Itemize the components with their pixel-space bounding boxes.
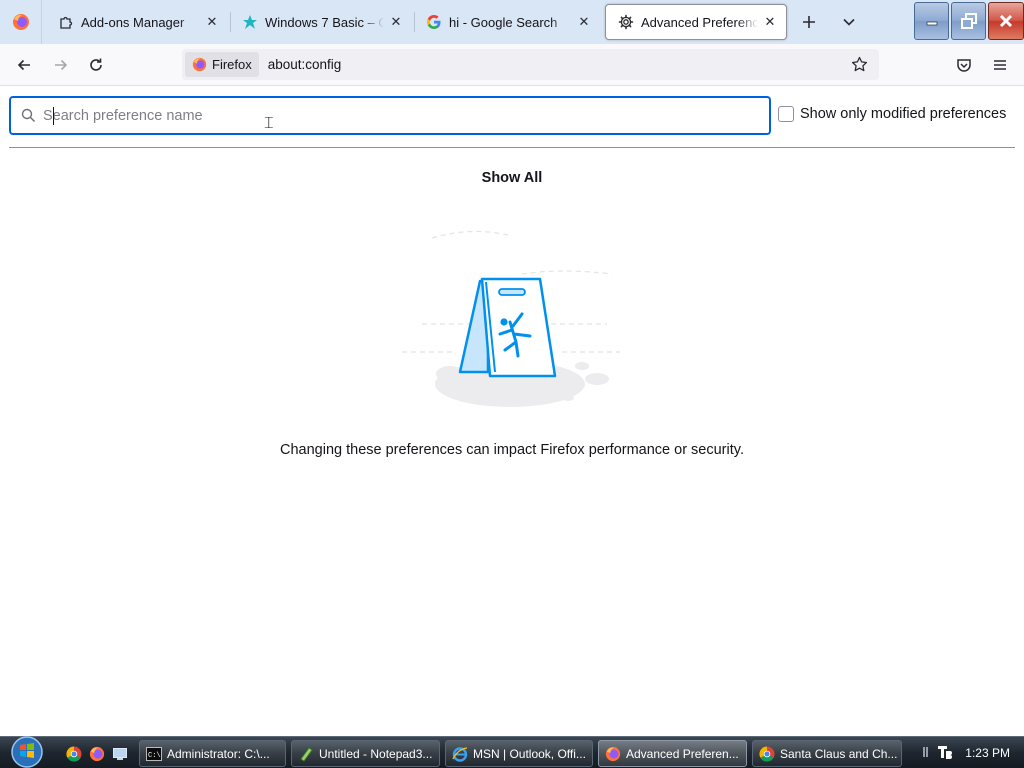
show-modified-checkbox[interactable] — [778, 106, 794, 122]
divider — [9, 147, 1015, 148]
list-all-tabs-button[interactable] — [835, 8, 863, 36]
search-icon — [20, 108, 36, 124]
text-caret — [53, 107, 54, 125]
pocket-button[interactable] — [950, 51, 978, 79]
tab-google-search[interactable]: hi - Google Search ✕ — [414, 4, 600, 40]
tab-title: Advanced Preferences — [641, 14, 758, 30]
notepad3-icon — [298, 746, 314, 762]
clock[interactable]: 1:23 PM — [965, 746, 1010, 760]
tab-title: Windows 7 Basic – Get the classic look — [265, 14, 384, 30]
taskbar-button-label: Santa Claus and Ch... — [780, 746, 898, 761]
close-icon[interactable]: ✕ — [200, 10, 224, 34]
show-desktop-icon — [112, 747, 127, 760]
taskbar-button-notepad3[interactable]: Untitled - Notepad3... — [291, 740, 440, 767]
search-preference-input[interactable] — [43, 107, 733, 124]
firefox-quicklaunch[interactable] — [88, 745, 105, 762]
chrome-quicklaunch[interactable] — [65, 745, 82, 762]
start-button[interactable] — [6, 734, 48, 768]
taskbar-button-label: Advanced Preferen... — [626, 746, 739, 761]
taskbar-button-label: Administrator: C:\... — [167, 746, 270, 761]
restore-icon — [960, 13, 977, 29]
back-arrow-icon — [17, 59, 30, 71]
forward-button[interactable] — [47, 51, 75, 79]
pocket-icon — [957, 59, 971, 72]
navigation-toolbar: Firefox about:config — [0, 44, 1024, 86]
show-modified-toggle[interactable]: Show only modified preferences — [778, 106, 1006, 122]
show-desktop-quicklaunch[interactable] — [111, 745, 128, 762]
identity-box[interactable]: Firefox — [185, 52, 259, 77]
tab-advanced-preferences[interactable]: Advanced Preferences ✕ — [605, 4, 787, 40]
windows7-site-icon — [242, 14, 258, 30]
search-box[interactable] — [9, 96, 771, 135]
ie-icon — [452, 746, 468, 762]
app-menu-button[interactable] — [986, 51, 1014, 79]
close-icon[interactable]: ✕ — [758, 10, 782, 34]
url-bar[interactable]: Firefox about:config — [182, 49, 879, 80]
reload-button[interactable] — [82, 51, 110, 79]
minimize-icon — [926, 21, 937, 26]
tray-grip-icon — [923, 746, 929, 761]
show-all-button[interactable]: Show All — [462, 164, 562, 192]
tab-title: hi - Google Search — [449, 14, 558, 30]
firefox-logo-icon — [192, 57, 207, 72]
system-tray: 1:23 PM — [923, 737, 1024, 768]
tray-app-icon[interactable] — [937, 744, 953, 763]
puzzle-icon — [58, 14, 74, 30]
forward-arrow-icon — [55, 59, 68, 71]
close-window-button[interactable] — [988, 2, 1024, 40]
tab-strip: Add-ons Manager ✕ Windows 7 Basic – Get … — [0, 0, 1024, 44]
tab-title: Add-ons Manager — [81, 14, 185, 30]
firefox-logo-icon — [12, 14, 29, 30]
warning-sign-illustration — [402, 230, 620, 407]
taskbar-button-chrome[interactable]: Santa Claus and Ch... — [752, 740, 902, 767]
mouse-ibeam-cursor-icon: ⌶ — [264, 115, 274, 132]
taskbar-button-ie[interactable]: MSN | Outlook, Offi... — [445, 740, 593, 767]
identity-label: Firefox — [212, 57, 252, 72]
google-icon — [426, 14, 442, 30]
close-icon — [999, 14, 1013, 28]
plus-icon — [803, 16, 815, 28]
gear-icon — [618, 14, 634, 30]
svg-text:C:\: C:\ — [148, 752, 161, 760]
chrome-icon — [65, 745, 81, 762]
windows-start-orb-icon — [11, 736, 43, 768]
star-icon — [851, 56, 867, 72]
minimize-button[interactable] — [914, 2, 949, 40]
back-button[interactable] — [10, 51, 38, 79]
close-icon[interactable]: ✕ — [384, 10, 408, 34]
cmd-icon: C:\ — [146, 746, 162, 762]
taskbar-button-cmd[interactable]: C:\ Administrator: C:\... — [139, 740, 286, 767]
warning-message: Changing these preferences can impact Fi… — [280, 442, 744, 458]
firefox-icon — [605, 746, 621, 762]
firefox-menu-button[interactable] — [0, 0, 42, 44]
reload-icon — [90, 58, 102, 71]
chrome-icon — [759, 745, 775, 762]
hamburger-menu-icon — [994, 60, 1006, 70]
window-caption-buttons — [914, 2, 1024, 40]
restore-button[interactable] — [951, 2, 986, 40]
bookmark-star-button[interactable] — [845, 51, 873, 78]
chevron-down-icon — [843, 18, 855, 26]
show-modified-label: Show only modified preferences — [800, 106, 1007, 122]
taskbar-button-firefox[interactable]: Advanced Preferen... — [598, 740, 747, 767]
tab-windows7-basic[interactable]: Windows 7 Basic – Get the classic look ✕ — [230, 4, 412, 40]
url-text[interactable]: about:config — [268, 57, 342, 72]
firefox-icon — [89, 746, 104, 761]
tab-addons-manager[interactable]: Add-ons Manager ✕ — [46, 4, 228, 40]
close-icon[interactable]: ✕ — [572, 10, 596, 34]
taskbar-button-label: MSN | Outlook, Offi... — [473, 746, 586, 761]
windows-taskbar: C:\ Administrator: C:\... Untitled - Not… — [0, 736, 1024, 768]
taskbar-button-label: Untitled - Notepad3... — [319, 746, 433, 761]
new-tab-button[interactable] — [795, 8, 823, 36]
about-config-page: ⌶ Show only modified preferences Show Al… — [0, 86, 1024, 736]
